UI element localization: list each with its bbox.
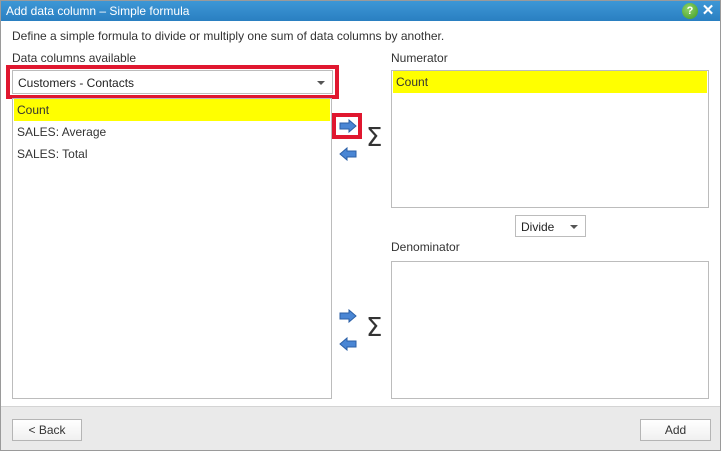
operation-select[interactable]: Divide — [515, 215, 586, 237]
add-data-column-dialog: Add data column – Simple formula ? ✕ Def… — [0, 0, 721, 451]
data-columns-label: Data columns available — [12, 51, 137, 65]
numerator-list[interactable]: Count — [391, 70, 709, 208]
list-item-count[interactable]: Count — [14, 99, 330, 121]
operation-select-value: Divide — [521, 220, 555, 234]
denominator-label: Denominator — [391, 240, 460, 254]
data-source-highlight — [6, 65, 339, 99]
numerator-item-count[interactable]: Count — [393, 71, 707, 93]
numerator-sum-sigma-icon: Σ — [366, 123, 383, 153]
back-button[interactable]: < Back — [12, 419, 82, 441]
list-item-sales-total[interactable]: SALES: Total — [14, 143, 330, 165]
chevron-down-icon — [570, 225, 578, 229]
help-icon[interactable]: ? — [682, 3, 698, 19]
add-button[interactable]: Add — [640, 419, 711, 441]
close-icon[interactable]: ✕ — [700, 2, 716, 19]
add-to-denominator-arrow-icon[interactable] — [339, 309, 357, 323]
window-title: Add data column – Simple formula — [6, 4, 190, 18]
remove-from-numerator-arrow-icon[interactable] — [339, 147, 357, 161]
denominator-list[interactable] — [391, 261, 709, 399]
remove-from-denominator-arrow-icon[interactable] — [339, 337, 357, 351]
numerator-label: Numerator — [391, 51, 448, 65]
list-item-sales-average[interactable]: SALES: Average — [14, 121, 330, 143]
available-columns-list[interactable]: Count SALES: Average SALES: Total — [12, 98, 332, 399]
denominator-sum-sigma-icon: Σ — [366, 313, 383, 343]
add-to-numerator-highlight — [332, 113, 362, 139]
title-bar: Add data column – Simple formula ? ✕ — [1, 1, 720, 21]
dialog-description: Define a simple formula to divide or mul… — [12, 29, 445, 43]
dialog-footer: < Back Add — [1, 406, 720, 450]
